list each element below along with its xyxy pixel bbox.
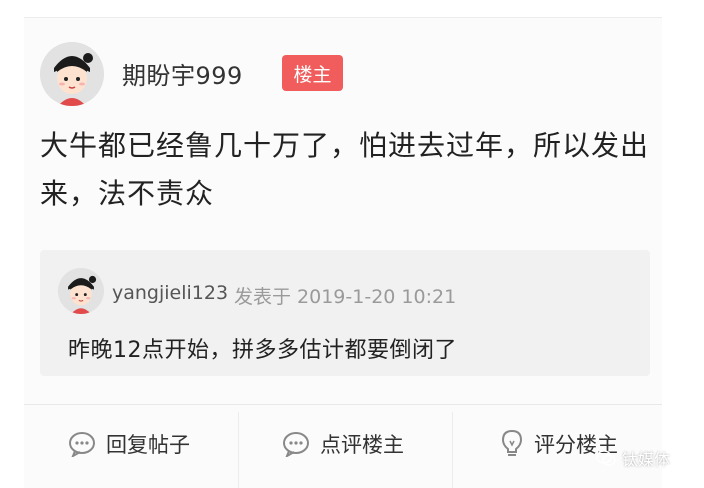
comment-owner-label: 点评楼主	[320, 433, 404, 457]
action-separator	[452, 412, 453, 488]
action-separator	[238, 412, 239, 488]
reply-timestamp: 发表于 2019-1-20 10:21	[234, 286, 457, 308]
avatar-illustration	[58, 268, 104, 314]
reply-avatar[interactable]	[58, 268, 104, 314]
reply-username[interactable]: yangjieli123	[112, 282, 228, 304]
action-bar-divider	[24, 404, 662, 405]
author-avatar[interactable]	[40, 42, 104, 106]
quoted-reply[interactable]: yangjieli123 发表于 2019-1-20 10:21 昨晚12点开始…	[40, 250, 650, 376]
author-name[interactable]: 期盼宇999	[122, 56, 243, 91]
owner-badge: 楼主	[282, 55, 343, 91]
avatar-illustration	[40, 42, 104, 106]
comment-bubble-icon	[283, 432, 309, 457]
comment-owner-button[interactable]: 点评楼主	[282, 424, 404, 464]
post-content: 大牛都已经鲁几十万了，怕进去过年，所以发出来，法不责众	[40, 129, 650, 210]
reply-post-button[interactable]: 回复帖子	[68, 424, 190, 464]
comment-bubble-icon	[69, 432, 95, 457]
watermark-text: 钛媒体	[622, 450, 671, 469]
reply-post-label: 回复帖子	[106, 433, 190, 457]
reply-text: 昨晚12点开始，拼多多估计都要倒闭了	[68, 338, 457, 363]
wechat-icon	[596, 450, 616, 466]
source-watermark: 钛媒体	[596, 446, 670, 470]
lightbulb-icon	[501, 429, 523, 456]
